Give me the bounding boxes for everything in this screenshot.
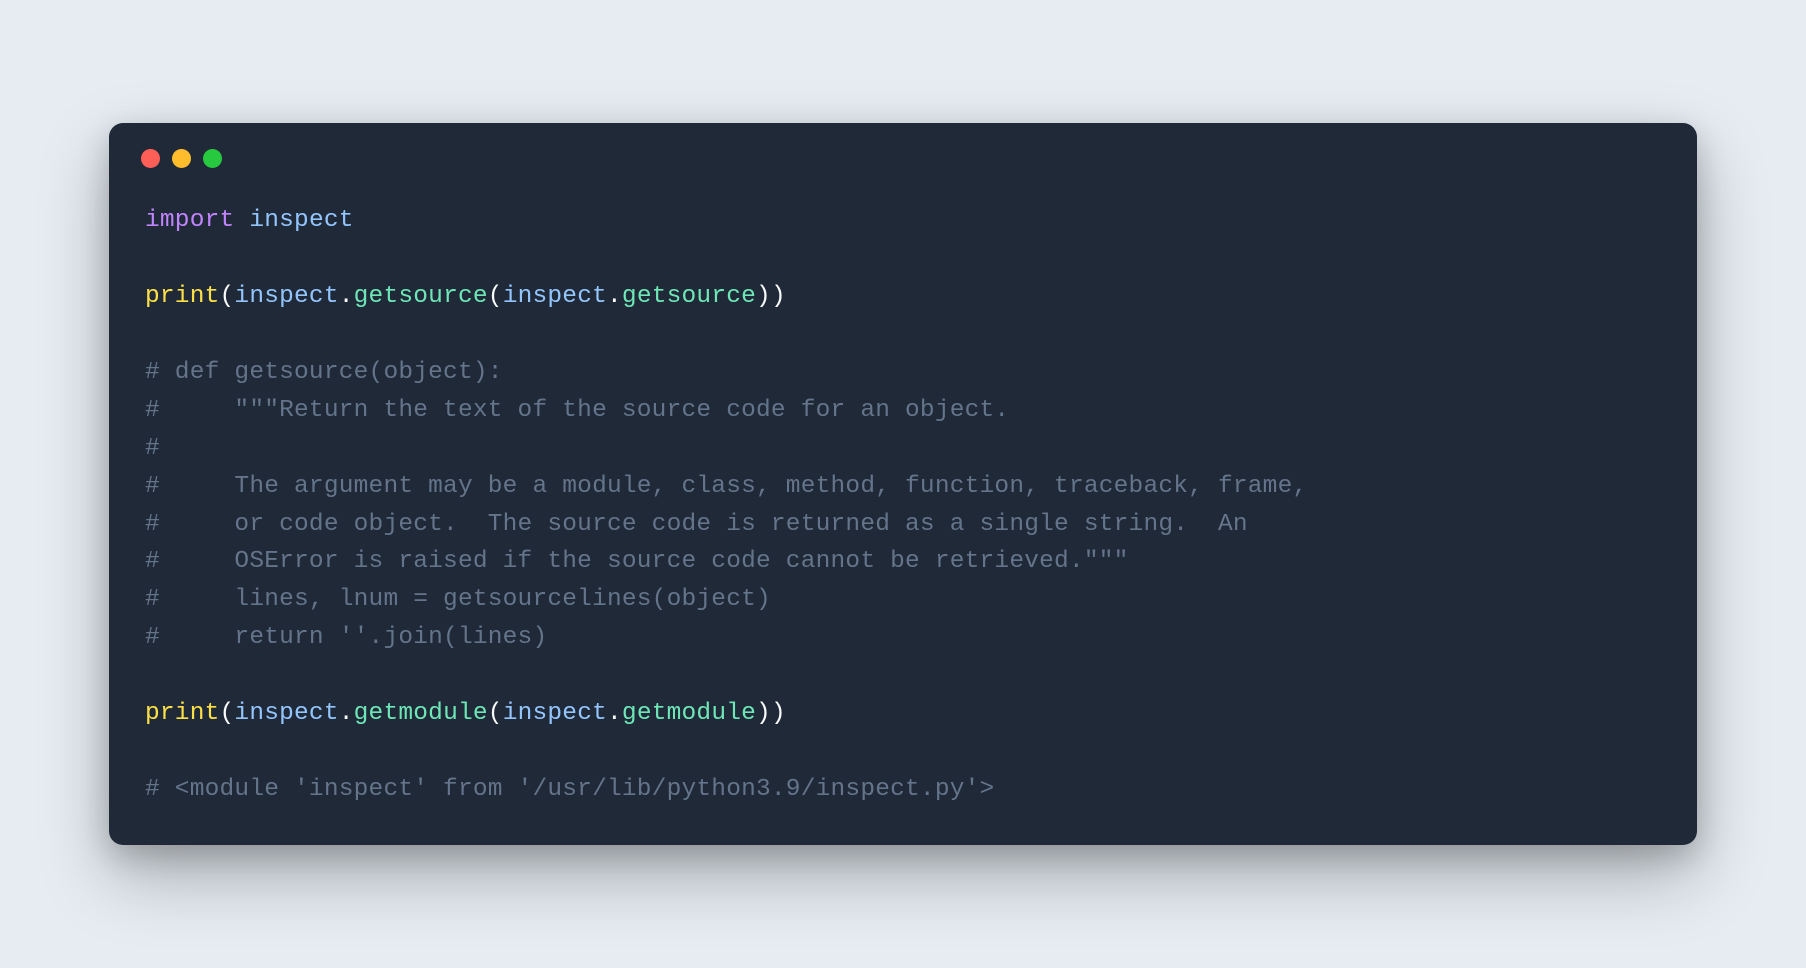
object-ref: inspect [503, 283, 607, 310]
module-name: inspect [249, 207, 353, 234]
minimize-icon[interactable] [172, 149, 191, 168]
comment-line: # """Return the text of the source code … [145, 392, 1661, 430]
code-window: import inspectprint(inspect.getsource(in… [109, 123, 1697, 846]
paren: ) [771, 700, 786, 727]
comment-line: # return ''.join(lines) [145, 619, 1661, 657]
paren: ( [220, 700, 235, 727]
window-controls [141, 149, 1661, 168]
dot: . [339, 700, 354, 727]
code-line: print(inspect.getmodule(inspect.getmodul… [145, 695, 1661, 733]
code-line: print(inspect.getsource(inspect.getsourc… [145, 278, 1661, 316]
paren: ( [220, 283, 235, 310]
blank-line [145, 240, 1661, 278]
dot: . [607, 700, 622, 727]
paren: ( [488, 283, 503, 310]
method-name: getmodule [354, 700, 488, 727]
code-block: import inspectprint(inspect.getsource(in… [145, 202, 1661, 810]
comment-line: # lines, lnum = getsourcelines(object) [145, 581, 1661, 619]
method-name: getsource [354, 283, 488, 310]
method-name: getsource [622, 283, 756, 310]
close-icon[interactable] [141, 149, 160, 168]
comment-line: # OSError is raised if the source code c… [145, 543, 1661, 581]
comment-line: # [145, 430, 1661, 468]
comment-line: # <module 'inspect' from '/usr/lib/pytho… [145, 771, 1661, 809]
object-ref: inspect [234, 700, 338, 727]
object-ref: inspect [234, 283, 338, 310]
paren: ) [756, 700, 771, 727]
paren: ) [771, 283, 786, 310]
maximize-icon[interactable] [203, 149, 222, 168]
method-name: getmodule [622, 700, 756, 727]
builtin-func: print [145, 283, 220, 310]
paren: ) [756, 283, 771, 310]
dot: . [607, 283, 622, 310]
dot: . [339, 283, 354, 310]
keyword-import: import [145, 207, 234, 234]
object-ref: inspect [503, 700, 607, 727]
comment-line: # or code object. The source code is ret… [145, 506, 1661, 544]
blank-line [145, 657, 1661, 695]
blank-line [145, 733, 1661, 771]
comment-line: # The argument may be a module, class, m… [145, 468, 1661, 506]
paren: ( [488, 700, 503, 727]
builtin-func: print [145, 700, 220, 727]
blank-line [145, 316, 1661, 354]
comment-line: # def getsource(object): [145, 354, 1661, 392]
code-line: import inspect [145, 202, 1661, 240]
